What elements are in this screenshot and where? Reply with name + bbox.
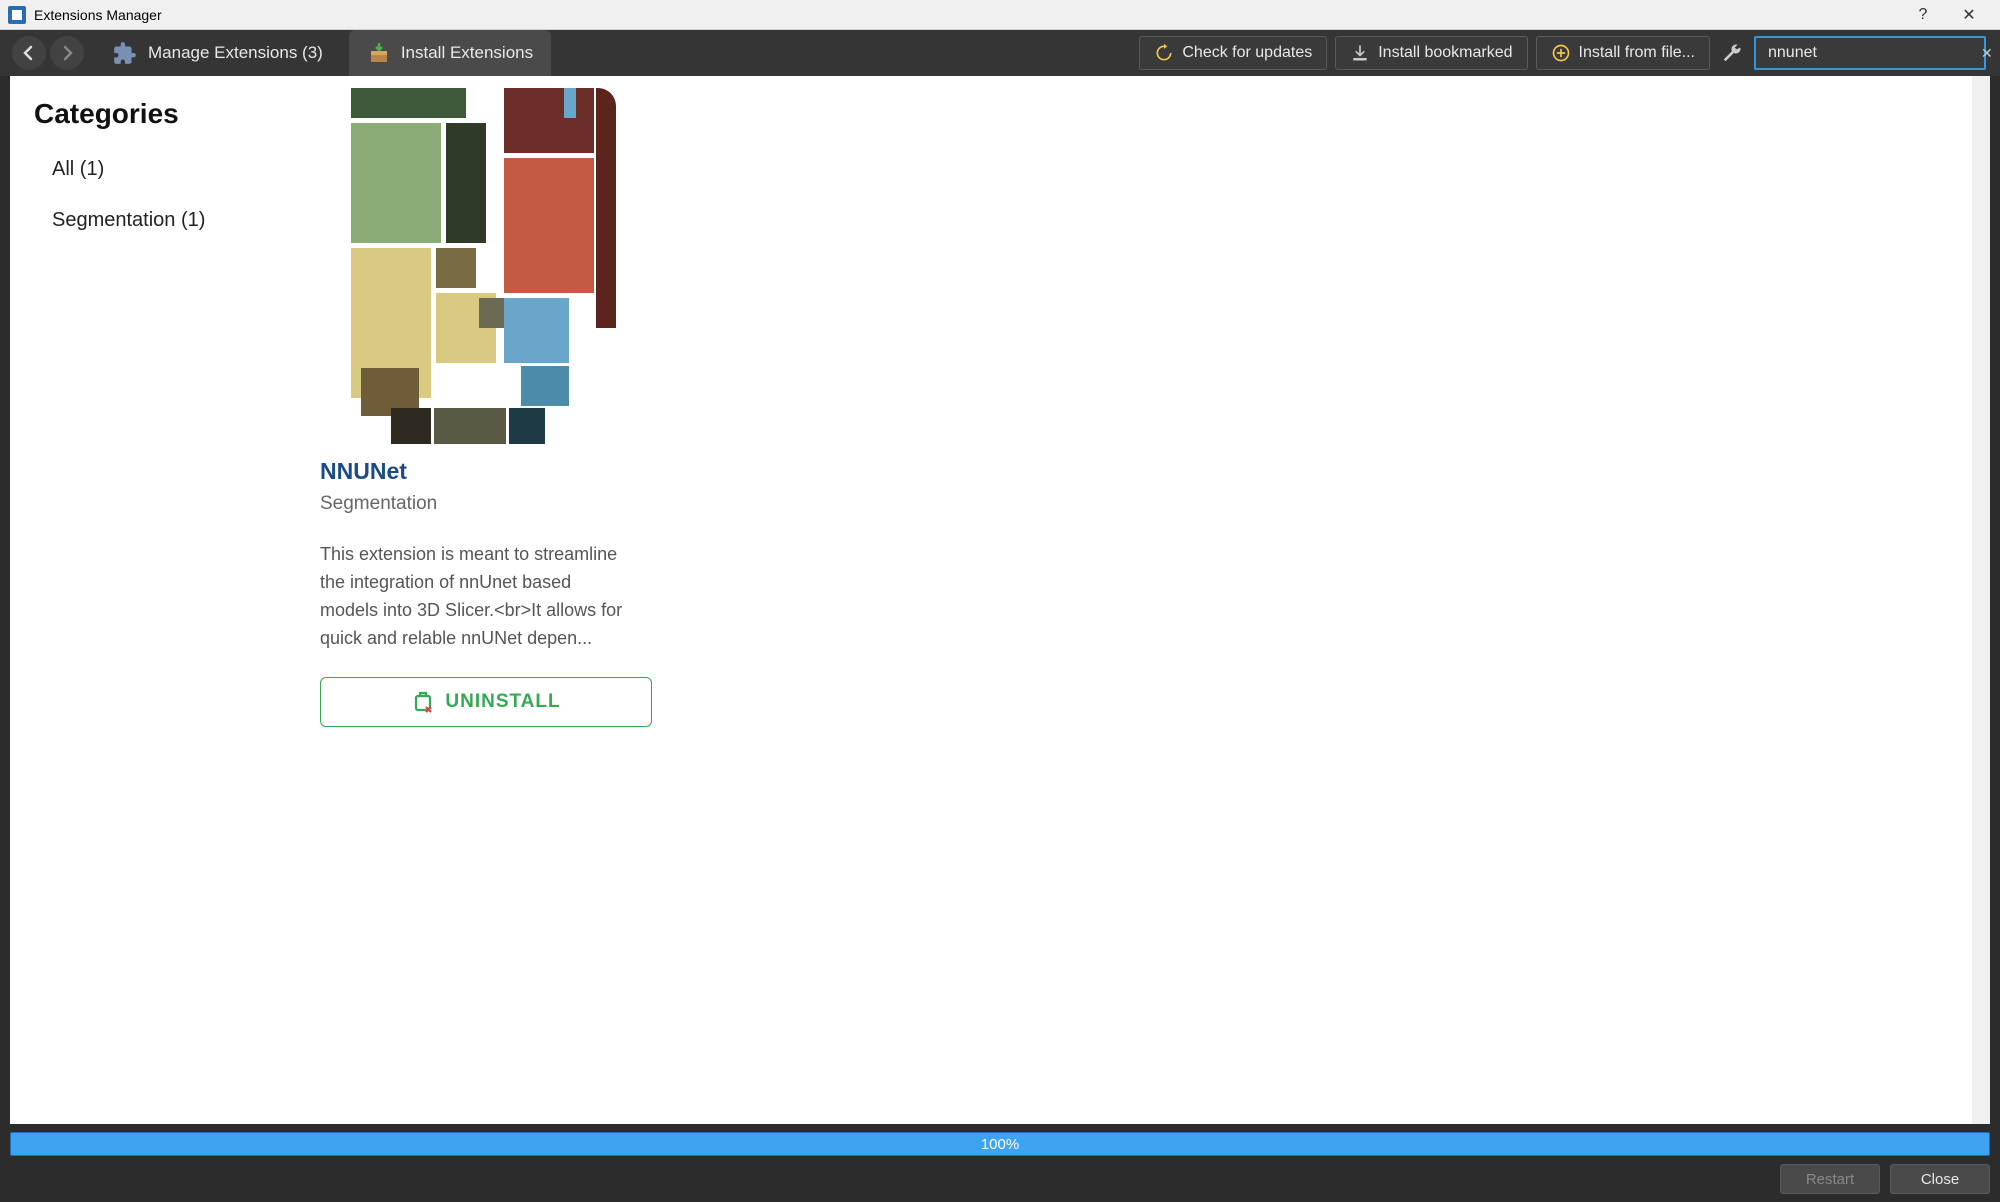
arrow-right-icon	[59, 45, 75, 61]
extension-card: NNUNet Segmentation This extension is me…	[320, 88, 652, 727]
download-icon	[1350, 43, 1370, 63]
tab-install-extensions[interactable]: Install Extensions	[349, 30, 551, 76]
search-box[interactable]: ✕	[1754, 36, 1986, 70]
extensions-grid: NNUNet Segmentation This extension is me…	[320, 76, 1990, 1124]
vertical-scrollbar[interactable]	[1972, 76, 1990, 1124]
extension-category: Segmentation	[320, 493, 652, 515]
uninstall-label: UNINSTALL	[445, 691, 560, 713]
forward-button[interactable]	[50, 36, 84, 70]
categories-title: Categories	[34, 98, 296, 130]
package-install-icon	[367, 41, 391, 65]
clear-search-button[interactable]: ✕	[1981, 45, 1993, 62]
button-label: Install bookmarked	[1378, 44, 1512, 62]
categories-sidebar: Categories All (1) Segmentation (1)	[10, 76, 320, 1124]
footer-buttons: Restart Close	[0, 1162, 2000, 1202]
content-area: Categories All (1) Segmentation (1)	[10, 76, 1990, 1124]
category-item-all[interactable]: All (1)	[52, 158, 296, 181]
progress-row: 100%	[10, 1132, 1990, 1156]
settings-button[interactable]	[1718, 30, 1746, 76]
tab-label: Manage Extensions (3)	[148, 43, 323, 63]
category-item-segmentation[interactable]: Segmentation (1)	[52, 209, 296, 232]
puzzle-icon	[112, 40, 138, 66]
tab-manage-extensions[interactable]: Manage Extensions (3)	[94, 30, 341, 76]
app-icon	[8, 6, 26, 24]
back-button[interactable]	[12, 36, 46, 70]
window-title: Extensions Manager	[34, 7, 162, 23]
uninstall-icon	[411, 690, 435, 714]
progress-bar: 100%	[10, 1132, 1990, 1156]
button-label: Install from file...	[1579, 44, 1695, 62]
uninstall-button[interactable]: UNINSTALL	[320, 677, 652, 727]
refresh-icon	[1154, 43, 1174, 63]
button-label: Check for updates	[1182, 44, 1312, 62]
extension-description: This extension is meant to streamline th…	[320, 541, 630, 653]
wrench-icon	[1721, 42, 1743, 64]
titlebar: Extensions Manager ? ✕	[0, 0, 2000, 30]
search-input[interactable]	[1768, 44, 1975, 62]
check-updates-button[interactable]: Check for updates	[1139, 36, 1327, 70]
install-from-file-button[interactable]: Install from file...	[1536, 36, 1710, 70]
close-button[interactable]: Close	[1890, 1164, 1990, 1194]
restart-button[interactable]: Restart	[1780, 1164, 1880, 1194]
toolbar: Manage Extensions (3) Install Extensions…	[0, 30, 2000, 76]
help-button[interactable]: ?	[1900, 0, 1946, 30]
extension-logo	[331, 88, 641, 438]
progress-text: 100%	[981, 1136, 1019, 1153]
extension-name[interactable]: NNUNet	[320, 458, 652, 485]
window-close-button[interactable]: ✕	[1946, 0, 1992, 30]
install-bookmarked-button[interactable]: Install bookmarked	[1335, 36, 1527, 70]
arrow-left-icon	[21, 45, 37, 61]
tab-label: Install Extensions	[401, 43, 533, 63]
plus-circle-icon	[1551, 43, 1571, 63]
